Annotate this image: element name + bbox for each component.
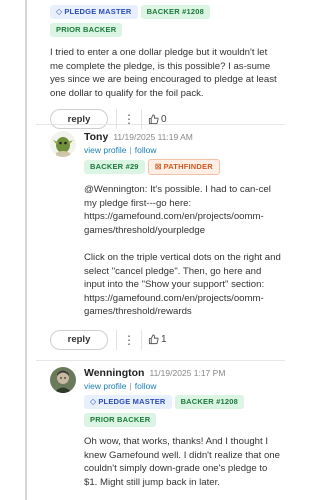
- avatar-tony[interactable]: [50, 131, 76, 157]
- comment-divider: [36, 360, 285, 361]
- comment-divider: [36, 124, 285, 125]
- badge-row: ◇ PLEDGE MASTER BACKER #1208 PRIOR BACKER: [50, 3, 282, 39]
- timestamp: 11/19/2025 11:19 AM: [113, 132, 193, 142]
- comment-body-para-2: Click on the triple vertical dots on the…: [84, 251, 281, 318]
- badge-row: ◇ PLEDGE MASTER BACKER #1208 PRIOR BACKER: [84, 395, 282, 431]
- follow-link[interactable]: follow: [135, 145, 157, 155]
- timestamp: 11/19/2025 1:17 PM: [149, 368, 226, 378]
- badge-pledge-master: ◇ PLEDGE MASTER: [50, 4, 138, 19]
- reply-button[interactable]: reply: [50, 329, 108, 350]
- reply-button[interactable]: reply: [50, 109, 108, 130]
- badge-backer-number: BACKER #1208: [140, 5, 210, 19]
- like-count: 1: [161, 334, 167, 346]
- badge-pledge-master: ◇ PLEDGE MASTER: [84, 395, 172, 409]
- comment-body-para-1: @Wennington: It's possible. I had to can…: [84, 184, 271, 236]
- comment-wennington: Wennington 11/19/2025 1:17 PM view profi…: [50, 367, 282, 490]
- badge-backer-number: BACKER #1208: [174, 395, 244, 409]
- badge-row: BACKER #29 ⊠ PATHFINDER: [84, 159, 282, 179]
- badge-backer-number: BACKER #29: [84, 160, 145, 174]
- thread-line: [25, 0, 27, 500]
- comment-body: Oh wow, that works, thanks! And I though…: [84, 436, 280, 489]
- view-profile-link[interactable]: view profile: [84, 381, 127, 391]
- comment-tony: Tony 11/19/2025 11:19 AM view profile | fo…: [50, 131, 282, 350]
- pathfinder-icon: ⊠: [154, 162, 162, 171]
- author-name[interactable]: Tony: [84, 131, 108, 143]
- diamond-icon: ◇: [56, 6, 63, 16]
- comment-body: I tried to enter a one dollar pledge but…: [50, 47, 277, 99]
- thumbs-up-icon: [148, 334, 159, 345]
- badge-pathfinder: ⊠ PATHFINDER: [147, 159, 220, 175]
- avatar-wennington[interactable]: [50, 367, 76, 393]
- more-vertical-icon[interactable]: ⋮: [116, 329, 142, 350]
- view-profile-link[interactable]: view profile: [84, 145, 127, 155]
- comment-wennington-first: ◇ PLEDGE MASTER BACKER #1208 PRIOR BACKER I…: [50, 0, 282, 130]
- badge-prior-backer: PRIOR BACKER: [84, 413, 157, 427]
- more-vertical-icon[interactable]: ⋮: [116, 109, 142, 130]
- author-name[interactable]: Wennington: [84, 367, 144, 379]
- like-button[interactable]: 1: [148, 334, 167, 345]
- comment-actions: reply ⋮ 0: [50, 109, 282, 130]
- badge-prior-backer: PRIOR BACKER: [50, 23, 123, 37]
- follow-link[interactable]: follow: [135, 381, 157, 391]
- comment-actions: reply ⋮ 1: [50, 329, 282, 350]
- diamond-icon: ◇: [90, 397, 97, 406]
